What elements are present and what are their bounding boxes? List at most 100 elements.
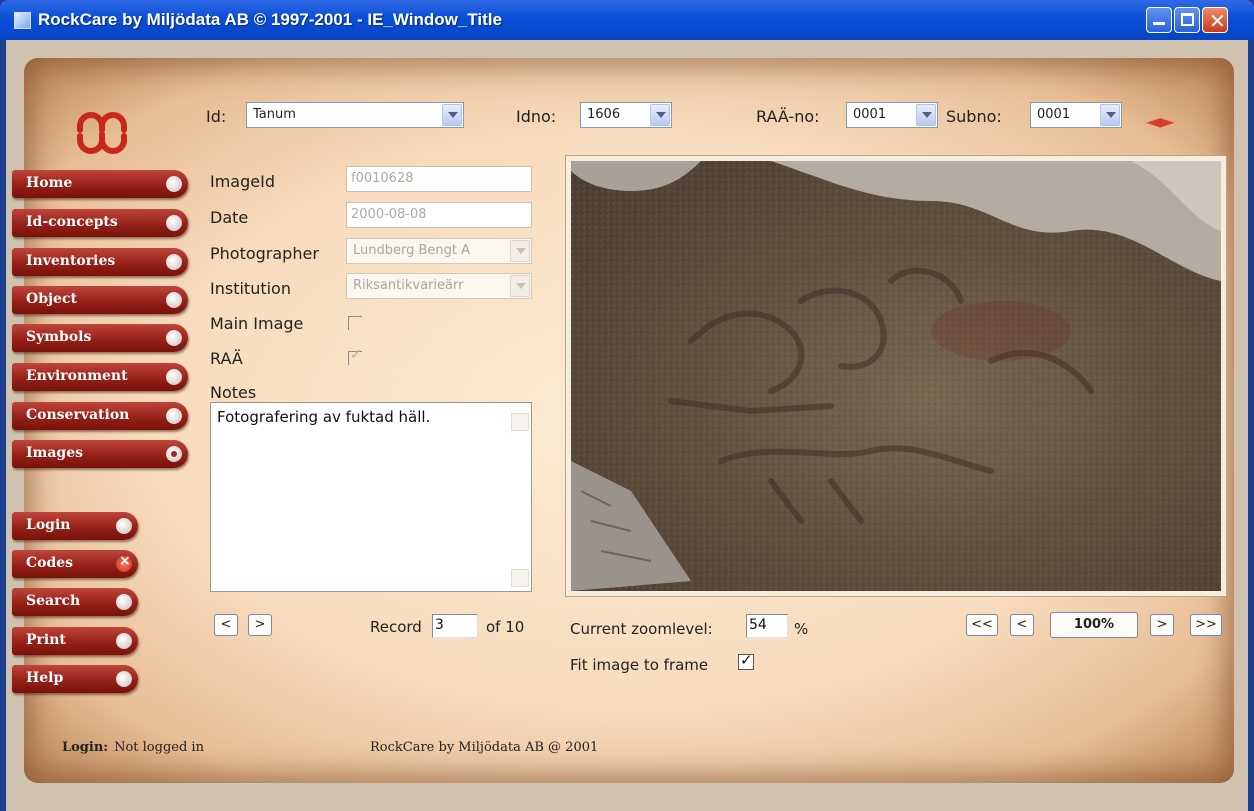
chevron-down-icon[interactable] [916,104,936,126]
rock-carving-photo [571,161,1221,591]
image-viewer[interactable] [565,155,1227,597]
main-image-label: Main Image [210,314,304,333]
login-status-value: Not logged in [114,740,204,755]
scroll-up-icon[interactable] [511,413,529,431]
imageid-field[interactable]: f0010628 [346,166,532,192]
nav-bullet-icon [116,594,132,610]
raa-no-select[interactable]: 0001 [846,102,938,128]
nav-label: Print [26,632,66,648]
id-select-value: Tanum [253,107,296,122]
app-window-icon [14,12,31,29]
fit-image-checkbox[interactable] [738,651,754,670]
chevron-down-icon[interactable] [510,275,530,297]
scroll-down-icon[interactable] [511,569,529,587]
record-number-field[interactable]: 3 [432,614,478,638]
record-total-text: of 10 [486,618,525,636]
nav-label: Login [26,517,71,533]
nav-inventories-button[interactable]: Inventories [12,248,188,276]
nav-label: Inventories [26,253,116,269]
nav-help-button[interactable]: Help [12,665,138,693]
raa-checkbox[interactable] [348,347,362,365]
zoom-first-button[interactable]: << [966,614,998,636]
nav-search-button[interactable]: Search [12,588,138,616]
subno-label: Subno: [946,107,1002,126]
nav-login-button[interactable]: Login [12,512,138,540]
login-status: Login: Not logged in [62,740,204,755]
zoom-level-label: Current zoomlevel: [570,620,713,638]
zoom-unit: % [794,620,809,638]
nav-object-button[interactable]: Object [12,286,188,314]
minimize-icon [1153,22,1165,25]
nav-bullet-icon [166,292,182,308]
nav-label: Symbols [26,329,92,345]
nav-label: Conservation [26,407,130,423]
nav-bullet-icon [166,215,182,231]
main-image-checkbox[interactable] [348,316,362,330]
close-icon: ✕ [1209,9,1226,33]
window-title: RockCare by Miljödata AB © 1997-2001 - I… [38,10,502,29]
record-next-button[interactable]: > [248,614,272,636]
record-prev-button[interactable]: < [214,614,238,636]
date-field[interactable]: 2000-08-08 [346,202,532,228]
chevron-down-icon[interactable] [650,104,670,126]
nav-print-button[interactable]: Print [12,627,138,655]
nav-label: Object [26,291,77,307]
nav-environment-button[interactable]: Environment [12,363,188,391]
chevron-down-icon[interactable] [510,240,530,262]
fit-image-label: Fit image to frame [570,656,709,674]
nav-label: Help [26,670,64,686]
nav-bullet-icon [166,369,182,385]
nav-label: Search [26,593,81,609]
zoom-next-button[interactable]: > [1150,614,1174,636]
nav-bullet-icon [116,671,132,687]
raa-no-select-value: 0001 [853,107,887,122]
nav-bullet-icon [116,518,132,534]
nav-id-concepts-button[interactable]: Id-concepts [12,209,188,237]
nav-active-bullet-icon [166,446,182,462]
nav-conservation-button[interactable]: Conservation [12,402,188,430]
raa-no-label: RAÄ-no: [756,107,820,126]
id-select[interactable]: Tanum [246,102,464,128]
minimize-button[interactable] [1146,7,1172,33]
date-label: Date [210,208,249,227]
nav-label: Environment [26,368,128,384]
close-button[interactable]: ✕ [1202,7,1228,33]
login-status-label: Login: [62,740,109,755]
notes-text: Fotografering av fuktad häll. [217,408,431,426]
institution-label: Institution [210,279,291,298]
prev-next-arrows-icon[interactable]: ◄► [1146,109,1175,133]
rockcare-logo [77,112,127,154]
close-circle-icon [116,553,132,572]
subno-select[interactable]: 0001 [1030,102,1122,128]
institution-select[interactable]: Riksantikvarieärr [346,273,532,299]
nav-label: Home [26,175,73,191]
nav-home-button[interactable]: Home [12,170,188,198]
nav-bullet-icon [116,633,132,649]
notes-scrollbar[interactable] [511,405,529,589]
nav-label: Id-concepts [26,214,118,230]
nav-label: Images [26,445,84,461]
record-label: Record [370,618,422,636]
institution-select-value: Riksantikvarieärr [353,278,464,293]
nav-label: Codes [26,555,74,571]
raa-label: RAÄ [210,349,243,368]
nav-symbols-button[interactable]: Symbols [12,324,188,352]
zoom-100-button[interactable]: 100% [1050,612,1138,638]
zoom-level-field[interactable]: 54 [746,614,788,638]
chevron-down-icon[interactable] [1100,104,1120,126]
idno-select[interactable]: 1606 [580,102,672,128]
idno-select-value: 1606 [587,107,621,122]
photographer-select-value: Lundberg Bengt A [353,243,471,258]
nav-codes-button[interactable]: Codes [12,550,138,578]
chevron-down-icon[interactable] [442,104,462,126]
idno-label: Idno: [516,107,557,126]
photographer-label: Photographer [210,244,319,263]
zoom-last-button[interactable]: >> [1190,614,1222,636]
maximize-button[interactable] [1174,7,1200,33]
nav-images-button[interactable]: Images [12,440,188,468]
window-title-bar[interactable]: RockCare by Miljödata AB © 1997-2001 - I… [0,0,1254,40]
notes-textarea[interactable]: Fotografering av fuktad häll. [210,402,532,592]
zoom-prev-button[interactable]: < [1010,614,1034,636]
photographer-select[interactable]: Lundberg Bengt A [346,238,532,264]
footer-copyright: RockCare by Miljödata AB @ 2001 [370,740,599,755]
